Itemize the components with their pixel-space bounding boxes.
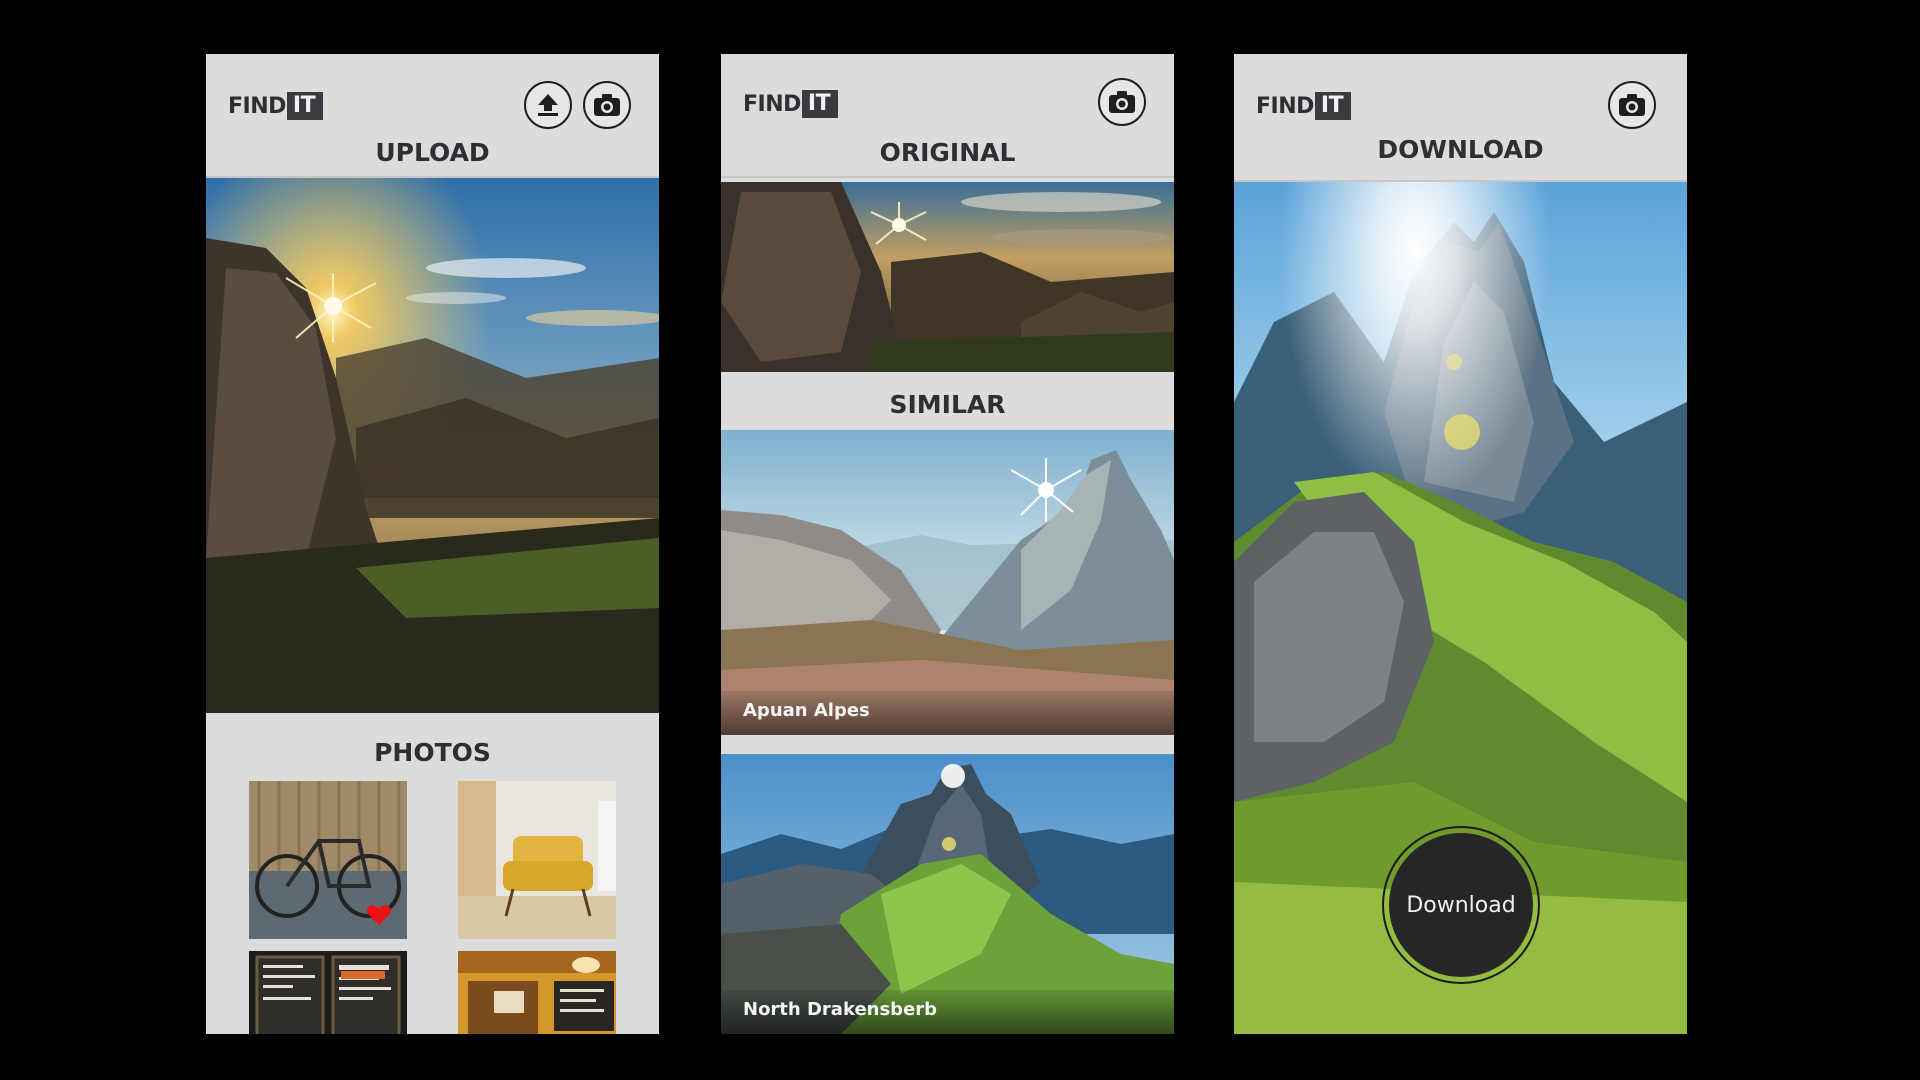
original-photo[interactable] [721, 182, 1174, 372]
logo-box-text: IT [801, 90, 839, 118]
screen-title: ORIGINAL [879, 138, 1016, 167]
upload-screen: FIND IT UPLOAD PHOTOS [206, 54, 659, 1034]
section-title: SIMILAR [721, 372, 1174, 430]
logo-text: FIND [228, 93, 286, 119]
uploaded-photo[interactable] [206, 178, 659, 713]
camera-icon [1619, 94, 1645, 116]
thumbnail-bicycle[interactable] [249, 781, 407, 939]
logo-text: FIND [743, 91, 801, 117]
similar-result-card[interactable]: North Drakensberb [721, 754, 1174, 1034]
similar-result-card[interactable]: Apuan Alpes [721, 430, 1174, 735]
camera-button[interactable] [1098, 78, 1146, 126]
camera-icon [1109, 91, 1135, 113]
camera-button[interactable] [583, 81, 631, 129]
screen-title: UPLOAD [375, 138, 490, 167]
app-header: FIND IT DOWNLOAD [1234, 54, 1687, 182]
camera-icon [594, 94, 620, 116]
result-caption: Apuan Alpes [721, 691, 1174, 735]
logo-box-text: IT [1314, 92, 1352, 120]
thumbnail-bakery[interactable] [249, 951, 407, 1034]
findit-logo[interactable]: FIND IT [228, 92, 324, 120]
logo-text: FIND [1256, 93, 1314, 119]
screen-title: DOWNLOAD [1377, 135, 1544, 164]
logo-box-text: IT [286, 92, 324, 120]
download-button[interactable]: Download [1382, 826, 1540, 984]
thumbnail-armchair[interactable] [458, 781, 616, 939]
stage: FIND IT UPLOAD PHOTOS FIND IT ORIGINAL S… [0, 0, 1920, 1080]
findit-logo[interactable]: FIND IT [1256, 92, 1352, 120]
findit-logo[interactable]: FIND IT [743, 90, 839, 118]
download-screen: FIND IT DOWNLOAD Download [1234, 54, 1687, 1034]
app-header: FIND IT ORIGINAL [721, 54, 1174, 178]
upload-icon [538, 94, 558, 116]
section-title: PHOTOS [206, 713, 659, 783]
result-caption: North Drakensberb [721, 990, 1174, 1034]
app-header: FIND IT UPLOAD [206, 54, 659, 178]
upload-button[interactable] [524, 81, 572, 129]
camera-button[interactable] [1608, 81, 1656, 129]
thumbnail-cafe[interactable] [458, 951, 616, 1034]
original-screen: FIND IT ORIGINAL SIMILAR Apuan Alpes Nor… [721, 54, 1174, 1034]
download-button-label: Download [1389, 833, 1533, 977]
